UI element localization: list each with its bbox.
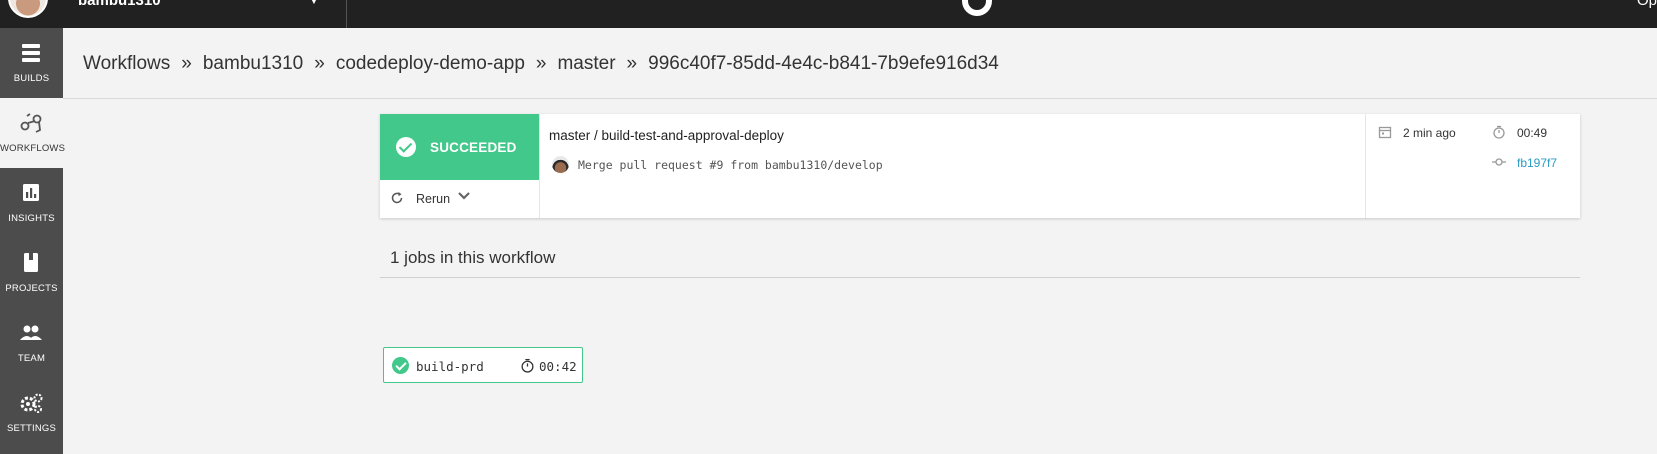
calendar-icon [1378, 126, 1392, 139]
sidebar: BUILDS WORKFLOWS INSIGHTS PROJECTS TEAM … [0, 28, 66, 454]
divider [380, 277, 1580, 278]
circleci-logo[interactable] [962, 0, 992, 16]
check-circle-icon [392, 357, 409, 374]
divider [539, 114, 540, 218]
breadcrumb-separator: » [535, 53, 547, 74]
topbar-right-link[interactable]: Op [1637, 0, 1657, 9]
commit-author-avatar [552, 156, 569, 173]
breadcrumb-workflows[interactable]: Workflows [83, 53, 170, 74]
chevron-down-icon[interactable] [457, 188, 471, 202]
job-card[interactable]: build-prd 00:42 [383, 347, 583, 383]
git-commit-icon [1492, 158, 1506, 166]
projects-icon [24, 253, 38, 272]
chevron-down-icon[interactable]: ▼ [309, 0, 319, 7]
status-label: SUCCEEDED [430, 140, 517, 155]
breadcrumb-project[interactable]: codedeploy-demo-app [336, 53, 525, 74]
jobs-section-title: 1 jobs in this workflow [390, 248, 556, 267]
job-name: build-prd [416, 359, 484, 374]
sidebar-item-settings[interactable]: SETTINGS [0, 378, 63, 448]
breadcrumb-separator: » [314, 53, 325, 74]
builds-icon [22, 44, 40, 62]
workflow-name[interactable]: master / build-test-and-approval-deploy [549, 128, 784, 143]
refresh-icon [391, 192, 403, 204]
stopwatch-icon [1493, 125, 1505, 139]
org-name[interactable]: bambu1310 [78, 0, 161, 9]
sidebar-item-team[interactable]: TEAM [0, 308, 63, 378]
workflow-card: SUCCEEDED Rerun master / build-test-and-… [380, 114, 1580, 218]
check-circle-icon [396, 137, 416, 157]
insights-icon [23, 184, 39, 201]
sidebar-item-label: BUILDS [13, 73, 50, 84]
sidebar-item-label: TEAM [17, 353, 46, 364]
breadcrumb-separator: » [181, 53, 192, 74]
divider [346, 0, 347, 28]
breadcrumb-separator: » [626, 53, 638, 74]
sidebar-item-label: SETTINGS [6, 423, 57, 434]
rerun-button[interactable]: Rerun [380, 180, 539, 218]
user-avatar[interactable] [8, 0, 48, 18]
divider [1365, 114, 1366, 218]
rerun-label: Rerun [416, 192, 451, 206]
sidebar-item-projects[interactable]: PROJECTS [0, 238, 63, 308]
top-bar: bambu1310 ▼ Op [0, 0, 1657, 28]
team-icon [20, 325, 42, 340]
sidebar-item-label: WORKFLOWS [0, 143, 66, 154]
status-badge: SUCCEEDED [380, 114, 539, 180]
page-header: Workflows » bambu1310 » codedeploy-demo-app »… [63, 28, 1657, 99]
sidebar-item-workflows[interactable]: WORKFLOWS [0, 98, 66, 168]
workflows-icon [20, 113, 42, 133]
breadcrumb-branch[interactable]: master [557, 53, 615, 74]
settings-icon [20, 393, 43, 413]
commit-message: Merge pull request #9 from bambu1310/dev… [578, 158, 883, 172]
sidebar-item-label: PROJECTS [5, 283, 58, 294]
breadcrumb-workflow-id: 996c40f7-85dd-4e4c-b841-7b9efe916d34 [648, 53, 999, 74]
sidebar-item-builds[interactable]: BUILDS [0, 28, 63, 98]
sidebar-item-label: INSIGHTS [8, 213, 55, 224]
breadcrumb: Workflows » bambu1310 » codedeploy-demo-app »… [83, 53, 999, 75]
commit-sha-link[interactable]: fb197f7 [1517, 156, 1557, 170]
stopwatch-icon [521, 358, 534, 373]
workflow-duration: 00:49 [1517, 126, 1548, 140]
job-duration: 00:42 [539, 359, 577, 374]
time-ago: 2 min ago [1403, 126, 1456, 140]
sidebar-item-insights[interactable]: INSIGHTS [0, 168, 63, 238]
breadcrumb-org[interactable]: bambu1310 [203, 53, 303, 74]
